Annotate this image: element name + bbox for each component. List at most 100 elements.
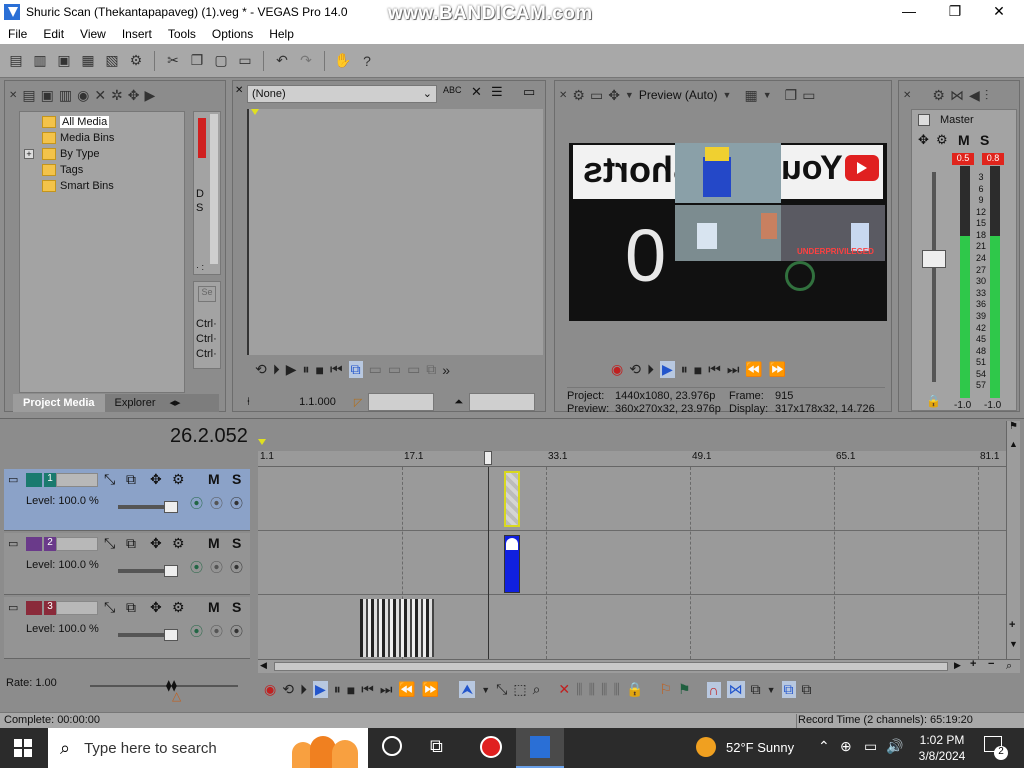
- minimize-button[interactable]: —: [886, 0, 932, 24]
- weather-text[interactable]: 52°F Sunny: [726, 740, 794, 755]
- list-icon[interactable]: ☰: [491, 84, 503, 100]
- flag-icon[interactable]: ⚑: [1009, 421, 1018, 432]
- dim-icon[interactable]: ◀: [969, 87, 980, 104]
- play-icon[interactable]: ▶: [145, 87, 156, 104]
- loop-icon[interactable]: ⟲: [282, 681, 294, 698]
- tray-device-icon[interactable]: ⊕: [840, 738, 852, 755]
- scroll-up-icon[interactable]: ▲: [1009, 439, 1018, 449]
- track-motion-icon[interactable]: ✥: [150, 535, 162, 552]
- scroll-thumb[interactable]: [274, 662, 948, 671]
- record-icon[interactable]: ◉: [264, 681, 276, 698]
- volume-icon[interactable]: 🔊: [886, 738, 903, 755]
- snapping-magnet-icon[interactable]: ∩: [706, 681, 721, 698]
- tree-item-all-media[interactable]: All Media: [20, 114, 184, 130]
- add-to-timeline-before-icon[interactable]: ▭: [388, 361, 401, 378]
- properties-gear-icon[interactable]: ⚙: [126, 51, 146, 71]
- play-from-start-icon[interactable]: ⏵: [647, 361, 654, 378]
- trimmer-media-dropdown[interactable]: (None) ⌄: [247, 85, 437, 103]
- normal-edit-tool-icon[interactable]: ⮝: [459, 681, 476, 698]
- save-icon[interactable]: ▣: [54, 51, 74, 71]
- pause-icon[interactable]: ⏸: [303, 361, 310, 378]
- zoom-in-icon[interactable]: +: [970, 658, 976, 670]
- track-fx-gear-icon[interactable]: ⚙: [172, 599, 185, 616]
- open-icon[interactable]: ▥: [30, 51, 50, 71]
- master-fader-track[interactable]: [932, 172, 936, 382]
- trimmer-display[interactable]: [247, 109, 543, 355]
- chevron-down-icon[interactable]: ▼: [481, 685, 490, 695]
- previous-frame-icon[interactable]: ⏪: [398, 681, 415, 698]
- track-solo-button[interactable]: S: [232, 599, 241, 615]
- event-clip-track2[interactable]: [504, 535, 520, 593]
- previous-frame-icon[interactable]: ⏪: [745, 361, 762, 378]
- parent-icon[interactable]: ⦿: [210, 557, 223, 576]
- master-fx-gear-icon[interactable]: ⚙: [936, 132, 948, 148]
- compositing-icon[interactable]: ⧉: [126, 599, 136, 616]
- copy-snapshot-icon[interactable]: ❐: [785, 87, 798, 104]
- pause-icon[interactable]: ⏸: [334, 681, 341, 698]
- preview-fx-icon[interactable]: ⚙: [572, 87, 585, 104]
- close-button[interactable]: ✕: [976, 0, 1022, 24]
- save-snapshot-icon[interactable]: ▭: [802, 87, 815, 104]
- whats-this-help-icon[interactable]: ?: [357, 51, 377, 71]
- child-icon[interactable]: ⦿: [230, 557, 243, 576]
- network-icon[interactable]: ▭: [864, 738, 877, 755]
- external-monitor-icon[interactable]: ▭: [590, 87, 603, 104]
- lock-event-icon[interactable]: 🔒: [626, 681, 643, 698]
- split-screen-icon[interactable]: ✥: [608, 87, 620, 104]
- vegas-taskbar-button[interactable]: [516, 728, 564, 768]
- bandicam-taskbar-icon[interactable]: [480, 736, 502, 758]
- copy-icon[interactable]: ❐: [187, 51, 207, 71]
- track-header-1[interactable]: ▭ 1 ⤡ ⧉ ✥ ⚙ M S Level: 100.0 % ⦿ ⦿ ⦿: [4, 469, 250, 531]
- delete-icon[interactable]: ▭: [235, 51, 255, 71]
- tree-item-by-type[interactable]: + By Type: [20, 146, 184, 162]
- paste-icon[interactable]: ▢: [211, 51, 231, 71]
- track-solo-button[interactable]: S: [232, 535, 241, 551]
- loop-icon[interactable]: ⟲: [255, 361, 267, 378]
- tree-item-tags[interactable]: Tags: [20, 162, 184, 178]
- menu-view[interactable]: View: [72, 27, 114, 41]
- remove-media-icon[interactable]: ✕: [94, 87, 106, 104]
- split-icon[interactable]: ⫼: [614, 681, 620, 698]
- clock-date[interactable]: 3/8/2024: [912, 749, 972, 763]
- go-to-end-icon[interactable]: ⏭: [380, 681, 393, 698]
- new-project-icon[interactable]: ▤: [6, 51, 26, 71]
- go-to-start-icon[interactable]: ⏮: [361, 681, 374, 698]
- get-media-icon[interactable]: ▥: [59, 87, 72, 104]
- plugin-manager-icon[interactable]: ✋: [333, 51, 353, 71]
- pin-icon[interactable]: ⍿: [247, 396, 250, 409]
- overlays-grid-icon[interactable]: ▦: [744, 87, 757, 104]
- child-icon[interactable]: ⦿: [230, 621, 243, 640]
- add-to-timeline-icon[interactable]: ⧉: [348, 361, 363, 378]
- composite-mode-icon[interactable]: ⦿: [190, 557, 203, 576]
- auto-crossfade-icon[interactable]: ⋈: [726, 681, 745, 698]
- globe-icon[interactable]: ◉: [77, 87, 89, 104]
- fit-to-fill-icon[interactable]: ▭: [407, 361, 420, 378]
- track-level-slider[interactable]: [118, 629, 178, 642]
- go-to-end-icon[interactable]: ⏭: [727, 361, 740, 378]
- track-fx-gear-icon[interactable]: ⚙: [172, 535, 185, 552]
- close-panel-icon[interactable]: ✕: [559, 90, 567, 101]
- close-panel-icon[interactable]: ✕: [9, 90, 17, 101]
- chevron-down-icon[interactable]: ▼: [723, 90, 732, 100]
- close-panel-icon[interactable]: ✕: [903, 90, 911, 101]
- task-view-icon[interactable]: ⧉: [430, 736, 443, 757]
- master-fx-icon[interactable]: [918, 114, 930, 126]
- play-icon[interactable]: ▶: [659, 361, 675, 378]
- envelope-tool-icon[interactable]: ⤡: [496, 681, 507, 698]
- automation-icon[interactable]: ⤡: [104, 535, 115, 552]
- master-solo-button[interactable]: S: [980, 132, 989, 148]
- minimize-track-icon[interactable]: ▭: [8, 601, 18, 614]
- delete-event-icon[interactable]: ✕: [558, 681, 570, 698]
- stop-icon[interactable]: ■: [316, 362, 324, 378]
- notification-center-icon[interactable]: 2: [984, 736, 1008, 760]
- trim-start-icon[interactable]: ⫼: [589, 681, 595, 698]
- ignore-grouping-icon[interactable]: ⧉: [802, 681, 812, 698]
- playhead-handle[interactable]: [484, 451, 492, 465]
- pause-icon[interactable]: ⏸: [681, 361, 688, 378]
- routing-icon[interactable]: ✥: [918, 132, 929, 148]
- timeline-vertical-scrollbar[interactable]: ⚑ ▲ ▼ +: [1006, 421, 1020, 661]
- compositing-icon[interactable]: ⧉: [126, 535, 136, 552]
- zoom-tool-icon[interactable]: ⌕: [1006, 660, 1012, 673]
- taskbar-search-box[interactable]: ⌕ Type here to search: [48, 728, 368, 768]
- track-level-slider[interactable]: [118, 565, 178, 578]
